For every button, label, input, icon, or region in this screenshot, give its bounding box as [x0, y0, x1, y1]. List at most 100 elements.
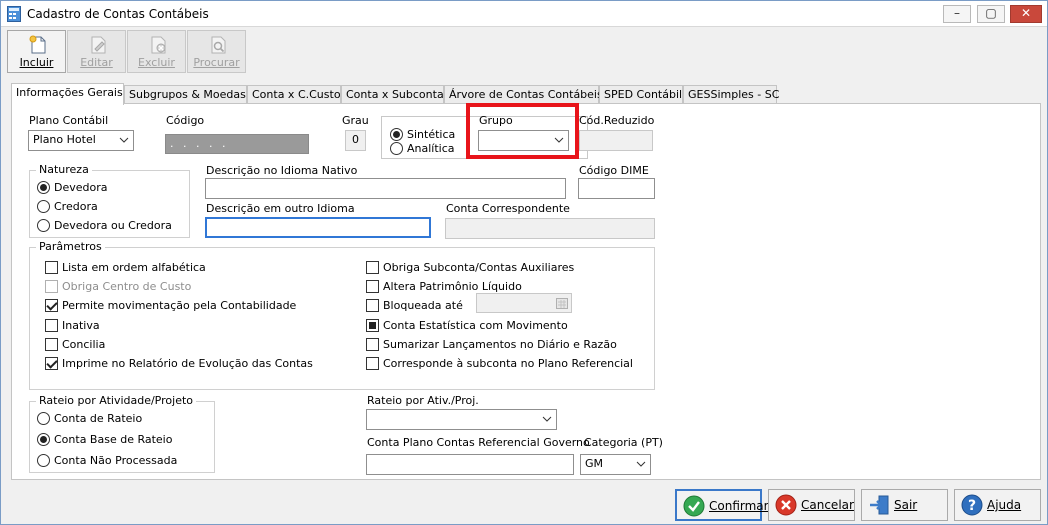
check-label: Obriga Centro de Custo: [62, 280, 192, 293]
checkbox-indicator: [366, 280, 379, 293]
maximize-button[interactable]: ▢: [977, 5, 1005, 23]
svg-text:?: ?: [968, 498, 976, 514]
search-icon: [211, 36, 226, 54]
tab-conta-ccusto[interactable]: Conta x C.Custo: [247, 85, 341, 104]
informacoes-gerais-panel: Plano Contábil Plano Hotel Código . . . …: [11, 103, 1041, 480]
codigo-dime-input[interactable]: [578, 178, 655, 199]
checkbox-indicator: [45, 280, 58, 293]
natureza-title: Natureza: [36, 163, 92, 176]
checkbox-indicator: [45, 357, 58, 370]
check-label: Sumarizar Lançamentos no Diário e Razão: [383, 338, 617, 351]
plano-value: Plano Hotel: [33, 133, 96, 146]
radio-indicator: [37, 200, 50, 213]
window-title: Cadastro de Contas Contábeis: [27, 7, 209, 21]
delete-icon: [151, 36, 166, 54]
check-label: Lista em ordem alfabética: [62, 261, 206, 274]
confirmar-label: Confirmar: [709, 499, 769, 513]
app-icon: [7, 6, 21, 22]
codigo-dime-label: Código DIME: [579, 164, 649, 177]
radio-indicator: [390, 128, 403, 141]
sair-button[interactable]: Sair: [861, 489, 948, 521]
checkbox-indicator: [45, 338, 58, 351]
ajuda-button[interactable]: ? Ajuda: [954, 489, 1041, 521]
cancelar-button[interactable]: Cancelar: [768, 489, 855, 521]
rateio-title: Rateio por Atividade/Projeto: [36, 394, 196, 407]
radio-indicator: [37, 181, 50, 194]
excluir-label: Excluir: [138, 56, 175, 69]
tab-informacoes-gerais[interactable]: Informações Gerais: [11, 83, 124, 105]
toolbar: Incluir Editar Excluir Procurar: [5, 30, 305, 74]
exit-door-icon: [870, 495, 889, 515]
cod-reduzido-input[interactable]: [579, 130, 653, 151]
credora-label: Credora: [54, 200, 98, 213]
chevron-down-icon: [636, 461, 646, 467]
grau-input: 0: [345, 130, 366, 151]
edit-icon: [91, 36, 106, 54]
chevron-down-icon: [119, 137, 129, 143]
checkbox-indicator: [45, 319, 58, 332]
grau-label: Grau: [342, 114, 369, 127]
cancel-circle-icon: [775, 494, 797, 516]
tab-sped-contabil[interactable]: SPED Contábil: [599, 85, 683, 104]
check-label: Corresponde à subconta no Plano Referenc…: [383, 357, 633, 370]
tab-conta-subconta[interactable]: Conta x Subconta: [341, 85, 444, 104]
confirmar-button[interactable]: Confirmar: [675, 489, 769, 521]
conta-correspondente-input[interactable]: [445, 218, 655, 239]
sintetica-label: Sintética: [407, 128, 456, 141]
rateio-ativ-select[interactable]: [366, 409, 557, 430]
sair-label: Sair: [894, 498, 918, 512]
categoria-value: GM: [585, 457, 604, 470]
checkbox-indicator: [45, 299, 58, 312]
cancelar-label: Cancelar: [801, 498, 854, 512]
close-button[interactable]: ✕: [1010, 5, 1042, 23]
checkbox-indicator: [366, 357, 379, 370]
bloqueada-ate-date[interactable]: [476, 293, 572, 313]
check-label: Imprime no Relatório de Evolução das Con…: [62, 357, 313, 370]
check-label: Obriga Subconta/Contas Auxiliares: [383, 261, 575, 274]
categoria-select[interactable]: GM: [580, 454, 651, 475]
incluir-label: Incluir: [19, 56, 54, 69]
tab-arvore-contas[interactable]: Árvore de Contas Contábeis: [444, 85, 603, 104]
tab-strip: Informações Gerais Subgrupos & Moedas Co…: [11, 83, 781, 105]
descricao-nativo-input[interactable]: [205, 178, 566, 199]
analitica-label: Analítica: [407, 142, 455, 155]
procurar-button[interactable]: Procurar: [187, 30, 246, 73]
descricao-outro-input[interactable]: [205, 217, 431, 238]
radio-indicator: [37, 433, 50, 446]
incluir-button[interactable]: Incluir: [7, 30, 66, 73]
highlight-box: [466, 103, 579, 159]
editar-label: Editar: [80, 56, 113, 69]
ajuda-label: Ajuda: [987, 498, 1022, 512]
check-label: Inativa: [62, 319, 100, 332]
minimize-button[interactable]: –: [943, 5, 971, 23]
conta-base-label: Conta Base de Rateio: [54, 433, 173, 446]
checkbox-indicator: [366, 338, 379, 351]
radio-indicator: [390, 142, 403, 155]
codigo-input[interactable]: . . . . .: [165, 134, 309, 154]
procurar-label: Procurar: [193, 56, 240, 69]
tab-subgrupos-moedas[interactable]: Subgrupos & Moedas: [124, 85, 247, 104]
checkbox-indicator: [366, 261, 379, 274]
checkbox-indicator: [366, 319, 379, 332]
conta-correspondente-label: Conta Correspondente: [446, 202, 570, 215]
devedora-ou-credora-label: Devedora ou Credora: [54, 219, 172, 232]
rateio-ativ-label: Rateio por Ativ./Proj.: [367, 394, 479, 407]
check-circle-icon: [683, 495, 705, 517]
excluir-button[interactable]: Excluir: [127, 30, 186, 73]
conta-nao-processada-label: Conta Não Processada: [54, 454, 178, 467]
conta-ref-input[interactable]: [366, 454, 574, 475]
plano-label: Plano Contábil: [29, 114, 109, 127]
chevron-down-icon: [542, 416, 552, 422]
check-label: Altera Patrimônio Líquido: [383, 280, 522, 293]
editar-button[interactable]: Editar: [67, 30, 126, 73]
radio-indicator: [37, 412, 50, 425]
categoria-label: Categoria (PT): [584, 436, 663, 449]
codigo-label: Código: [166, 114, 205, 127]
radio-indicator: [37, 454, 50, 467]
parametros-title: Parâmetros: [36, 240, 105, 253]
checkbox-indicator: [45, 261, 58, 274]
check-label: Concilia: [62, 338, 106, 351]
cod-reduzido-label: Cód.Reduzido: [579, 114, 655, 127]
tab-gessimples-sc[interactable]: GESSimples - SC: [683, 85, 779, 104]
plano-contabil-select[interactable]: Plano Hotel: [28, 130, 134, 151]
